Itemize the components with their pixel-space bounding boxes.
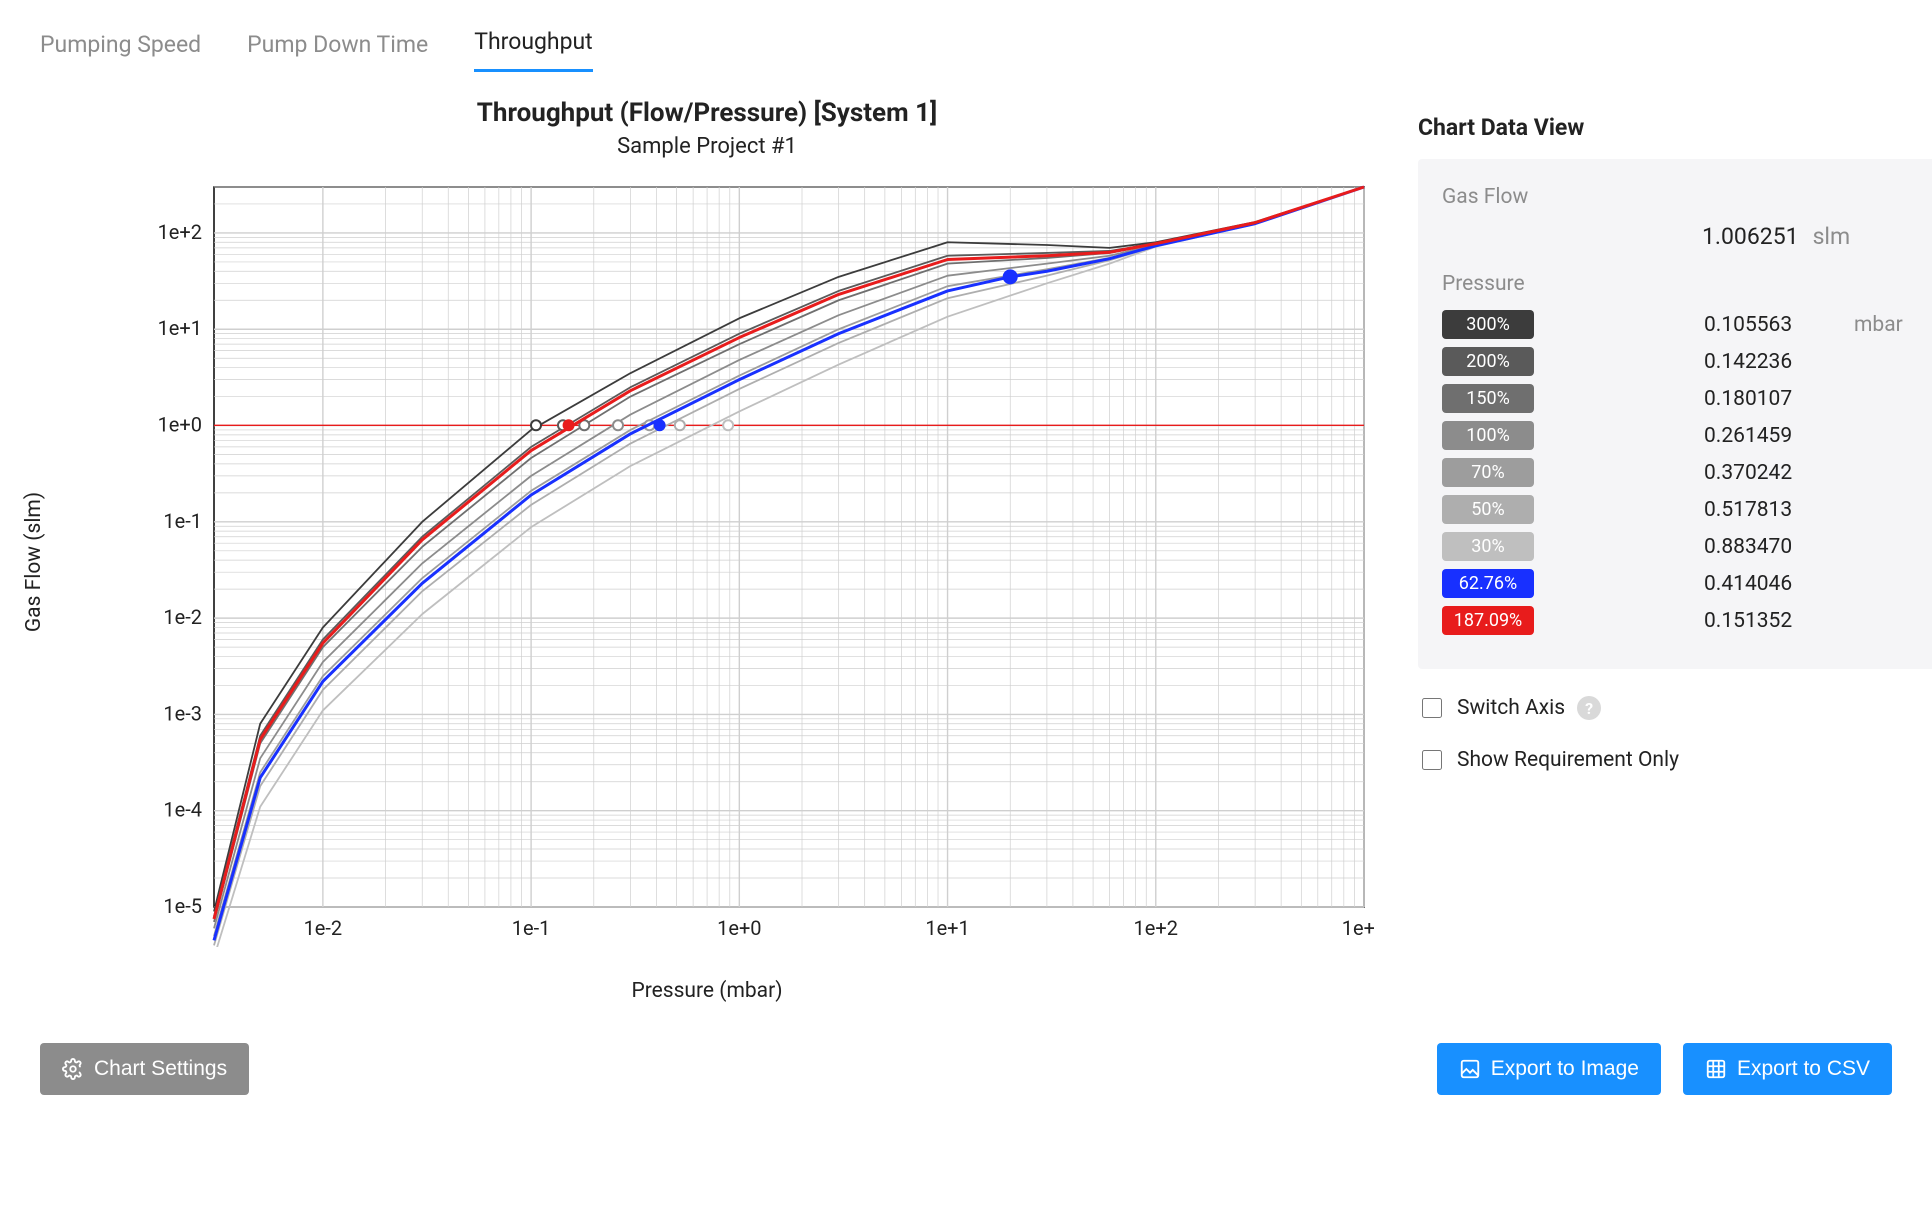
gas-flow-label: Gas Flow xyxy=(1442,185,1932,209)
pressure-value: 0.180107 xyxy=(1704,387,1834,411)
tab-pumping-speed[interactable]: Pumping Speed xyxy=(40,31,201,72)
pressure-row: 30% 0.883470 xyxy=(1442,532,1932,561)
series-badge: 30% xyxy=(1442,532,1534,561)
export-image-button[interactable]: Export to Image xyxy=(1437,1043,1661,1095)
pressure-value: 0.142236 xyxy=(1704,350,1834,374)
svg-text:1e+2: 1e+2 xyxy=(1134,916,1178,940)
y-axis-label: Gas Flow (slm) xyxy=(22,492,46,632)
series-badge: 100% xyxy=(1442,421,1534,450)
pressure-row: 62.76% 0.414046 xyxy=(1442,569,1932,598)
svg-text:1e-3: 1e-3 xyxy=(163,701,202,725)
pressure-row: 70% 0.370242 xyxy=(1442,458,1932,487)
pressure-row: 200% 0.142236 xyxy=(1442,347,1932,376)
pressure-row: 50% 0.517813 xyxy=(1442,495,1932,524)
throughput-chart[interactable]: 1e-5 1e-4 1e-3 1e-2 1e-1 1e+0 1e+1 1e+2 1e-2 1e-1… xyxy=(124,177,1374,947)
chart-data-panel: Gas Flow 1.006251 slm Pressure 300% 0.10… xyxy=(1418,159,1932,669)
svg-text:1e-2: 1e-2 xyxy=(163,605,202,629)
pressure-row: 300% 0.105563 mbar xyxy=(1442,310,1932,339)
svg-text:1e-1: 1e-1 xyxy=(163,509,202,533)
show-requirement-only-checkbox[interactable] xyxy=(1422,750,1442,770)
svg-text:1e-2: 1e-2 xyxy=(304,916,343,940)
svg-text:1e+1: 1e+1 xyxy=(925,916,969,940)
image-icon xyxy=(1459,1058,1481,1080)
table-icon xyxy=(1705,1058,1727,1080)
pressure-row: 150% 0.180107 xyxy=(1442,384,1932,413)
x-axis-label: Pressure (mbar) xyxy=(40,979,1374,1003)
series-badge: 187.09% xyxy=(1442,606,1534,635)
help-icon[interactable]: ? xyxy=(1577,696,1601,720)
pressure-value: 0.105563 xyxy=(1704,313,1834,337)
tabs: Pumping Speed Pump Down Time Throughput xyxy=(40,28,1892,72)
pressure-value: 0.517813 xyxy=(1704,498,1834,522)
pressure-value: 0.414046 xyxy=(1704,572,1834,596)
export-csv-button[interactable]: Export to CSV xyxy=(1683,1043,1892,1095)
svg-text:1e+0: 1e+0 xyxy=(717,916,761,940)
series-badge: 150% xyxy=(1442,384,1534,413)
svg-text:1e+1: 1e+1 xyxy=(158,316,202,340)
pressure-value: 0.370242 xyxy=(1704,461,1834,485)
export-csv-label: Export to CSV xyxy=(1737,1057,1870,1081)
chart-settings-button[interactable]: Chart Settings xyxy=(40,1043,249,1095)
svg-text:1e-4: 1e-4 xyxy=(163,798,202,822)
tab-pump-down-time[interactable]: Pump Down Time xyxy=(247,31,428,72)
pressure-row: 100% 0.261459 xyxy=(1442,421,1932,450)
switch-axis-checkbox[interactable] xyxy=(1422,698,1442,718)
chart-subtitle: Sample Project #1 xyxy=(40,134,1374,159)
switch-axis-row[interactable]: Switch Axis ? xyxy=(1418,695,1932,721)
export-image-label: Export to Image xyxy=(1491,1057,1639,1081)
svg-text:1e-1: 1e-1 xyxy=(512,916,551,940)
gas-flow-value: 1.006251 xyxy=(1702,223,1799,250)
show-requirement-only-label: Show Requirement Only xyxy=(1457,748,1679,772)
gas-flow-unit: slm xyxy=(1813,223,1851,250)
chart-data-view-heading: Chart Data View xyxy=(1418,114,1932,141)
svg-text:1e+0: 1e+0 xyxy=(158,413,202,437)
svg-text:1e+2: 1e+2 xyxy=(158,220,202,244)
svg-text:1e-5: 1e-5 xyxy=(163,894,202,918)
pressure-unit: mbar xyxy=(1854,313,1903,337)
series-badge: 50% xyxy=(1442,495,1534,524)
series-badge: 70% xyxy=(1442,458,1534,487)
pressure-value: 0.261459 xyxy=(1704,424,1834,448)
pressure-value: 0.151352 xyxy=(1704,609,1834,633)
series-badge: 200% xyxy=(1442,347,1534,376)
series-badge: 300% xyxy=(1442,310,1534,339)
pressure-value: 0.883470 xyxy=(1704,535,1834,559)
gear-icon xyxy=(62,1058,84,1080)
chart-title: Throughput (Flow/Pressure) [System 1] xyxy=(40,98,1374,128)
pressure-row: 187.09% 0.151352 xyxy=(1442,606,1932,635)
switch-axis-label: Switch Axis xyxy=(1457,696,1565,720)
show-requirement-only-row[interactable]: Show Requirement Only xyxy=(1418,747,1932,773)
chart-settings-label: Chart Settings xyxy=(94,1057,227,1081)
series-badge: 62.76% xyxy=(1442,569,1534,598)
tab-throughput[interactable]: Throughput xyxy=(474,28,592,72)
pressure-label: Pressure xyxy=(1442,272,1932,296)
svg-text:1e+3: 1e+3 xyxy=(1342,916,1374,940)
